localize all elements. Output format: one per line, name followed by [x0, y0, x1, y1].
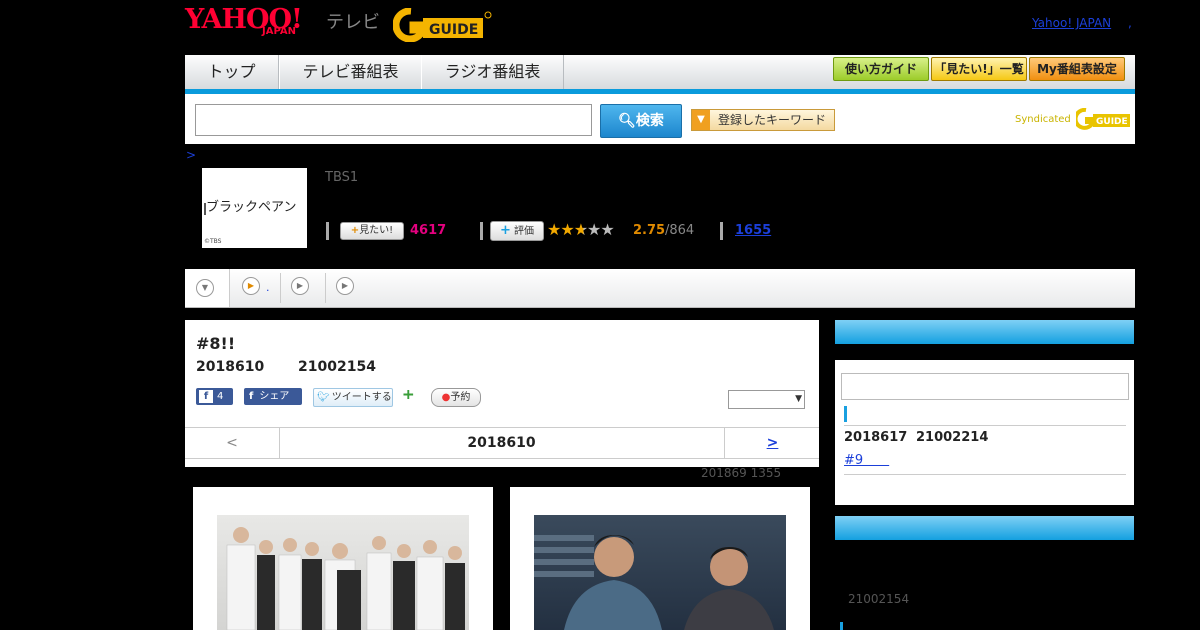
syndicated-label: Syndicated — [1015, 114, 1071, 125]
star-icon: ★ — [560, 220, 574, 239]
divider — [326, 222, 329, 240]
channel-name: TBS1 — [325, 170, 359, 185]
review-count-link[interactable]: 1655 — [735, 223, 771, 238]
mitai-list-button[interactable]: 「見たい!」一覧 — [931, 57, 1027, 81]
tv-wordmark: テレビ — [326, 12, 380, 33]
episode-navigation: < 2018610 > — [185, 427, 819, 459]
twitter-bird-icon: 🐦︎ — [317, 392, 330, 403]
star-icon: ★ — [600, 220, 614, 239]
chevron-down-icon: ▼ — [196, 279, 214, 297]
next-episode-link[interactable]: #9 — [844, 449, 889, 468]
episode-time: 21002154 — [298, 359, 376, 375]
tab-2[interactable]: ▶ . — [230, 269, 280, 307]
plus-icon: + — [499, 223, 511, 238]
syndicated-gguide-logo: Syndicated GUIDE — [1015, 107, 1132, 130]
rate-button[interactable]: + 評価 — [490, 221, 544, 241]
star-icon: ★ — [547, 220, 561, 239]
episode-photo-card — [193, 487, 493, 630]
star-icon: ★ — [573, 220, 588, 239]
gguide-logo[interactable]: GUIDE — [392, 7, 493, 43]
section-marker — [844, 406, 847, 422]
tab-radio-listings[interactable]: ラジオ番組表 — [421, 55, 564, 89]
divider — [844, 425, 1126, 426]
tab-3[interactable]: ▶ — [281, 269, 325, 307]
tweet-button[interactable]: 🐦︎ ツイートする — [313, 388, 393, 407]
rating-stars: ★★★★★ — [547, 220, 615, 239]
sidebar-header-second — [835, 516, 1134, 540]
next-broadcast-date: 2018617 — [844, 430, 908, 445]
mitai-label: 見たい! — [359, 225, 394, 236]
registered-keyword-label: 登録したキーワード — [718, 113, 827, 127]
sidebar-header-next-broadcast — [835, 320, 1134, 344]
divider — [720, 222, 723, 240]
facebook-like-button[interactable]: f4 — [196, 388, 233, 405]
play-icon: ▶ — [291, 277, 309, 295]
next-broadcast-time: 21002214 — [916, 430, 989, 445]
reserve-button[interactable]: ●予約 — [431, 388, 481, 407]
thumbnail-credit: ©TBS — [204, 238, 222, 245]
divider — [480, 222, 483, 240]
search-icon: 🔍︎ — [618, 113, 636, 129]
search-button[interactable]: 🔍︎検索 — [600, 104, 682, 138]
program-thumbnail: ブラックペアン ©TBS — [202, 168, 307, 248]
tab-2-label: . — [266, 281, 270, 294]
tab-tv-listings[interactable]: テレビ番組表 — [279, 55, 422, 89]
section-marker — [840, 622, 843, 630]
tab-episode[interactable]: ▼ — [185, 269, 230, 307]
search-input[interactable] — [195, 104, 592, 136]
search-button-label: 検索 — [635, 113, 664, 129]
yahoo-japan-wordmark: JAPAN — [262, 26, 296, 37]
mitai-button[interactable]: +見たい! — [340, 222, 404, 240]
star-icon: ★ — [587, 220, 601, 239]
episode-date: 2018610 — [196, 359, 265, 375]
sidebar-second-time: 21002154 — [848, 592, 910, 606]
episode-title: #8!! — [196, 334, 236, 353]
sidebar-input-box[interactable] — [841, 373, 1129, 400]
episode-photo[interactable] — [534, 515, 786, 630]
thumbnail-title: ブラックペアン — [206, 200, 297, 215]
episode-photo-card — [510, 487, 810, 630]
divider — [844, 474, 1126, 475]
updated-timestamp: 201869 1355 — [701, 466, 782, 480]
facebook-icon: f — [249, 391, 254, 402]
dropdown-arrow-icon: ▼ — [692, 110, 710, 130]
rating-value: 2.75 — [633, 223, 666, 238]
episode-panel: #8!! 2018610 21002154 f4 f シェア 🐦︎ ツイートする ➕… — [185, 320, 819, 467]
breadcrumb[interactable]: > — [186, 148, 196, 162]
plus-icon: + — [350, 225, 360, 236]
tweet-label: ツイートする — [331, 392, 392, 403]
mitai-count: 4617 — [410, 223, 447, 238]
reserve-label: 予約 — [450, 392, 471, 403]
previous-episode-button[interactable]: < — [185, 428, 280, 458]
registered-keyword-button[interactable]: ▼ 登録したキーワード — [691, 109, 835, 131]
guide-button[interactable]: 使い方ガイド — [833, 57, 929, 81]
chevron-down-icon: ▼ — [795, 394, 802, 404]
episode-select[interactable]: ▼ — [728, 390, 805, 409]
navigation-date: 2018610 — [467, 435, 536, 451]
rating-total: /864 — [665, 223, 695, 238]
svg-text:GUIDE: GUIDE — [1096, 117, 1128, 127]
main-nav: トップ テレビ番組表 ラジオ番組表 使い方ガイド 「見たい!」一覧 My番組表設… — [185, 55, 1135, 91]
search-bar: 🔍︎検索 ▼ 登録したキーワード Syndicated GUIDE — [185, 94, 1135, 144]
episode-photo[interactable] — [217, 515, 469, 630]
add-calendar-icon[interactable]: ➕︎ — [403, 388, 418, 403]
link-separator: , — [1128, 16, 1132, 30]
yahoo-japan-link[interactable]: Yahoo! JAPAN — [1032, 16, 1111, 30]
play-icon: ▶ — [242, 277, 260, 295]
rate-label: 評価 — [514, 226, 535, 237]
my-listings-settings-button[interactable]: My番組表設定 — [1029, 57, 1125, 81]
tab-4[interactable]: ▶ — [326, 269, 370, 307]
next-episode-link[interactable]: > — [724, 428, 820, 458]
program-tab-strip: ▼ ▶ . ▶ ▶ — [185, 269, 1135, 308]
svg-text:GUIDE: GUIDE — [429, 22, 478, 38]
play-icon: ▶ — [336, 277, 354, 295]
tab-top[interactable]: トップ — [185, 55, 279, 89]
next-broadcast-panel: 2018617 21002214 #9 — [835, 360, 1134, 505]
facebook-share-label: シェア — [259, 391, 290, 402]
facebook-like-count: 4 — [217, 391, 224, 402]
facebook-icon: f — [199, 390, 213, 403]
facebook-share-button[interactable]: f シェア — [244, 388, 302, 405]
